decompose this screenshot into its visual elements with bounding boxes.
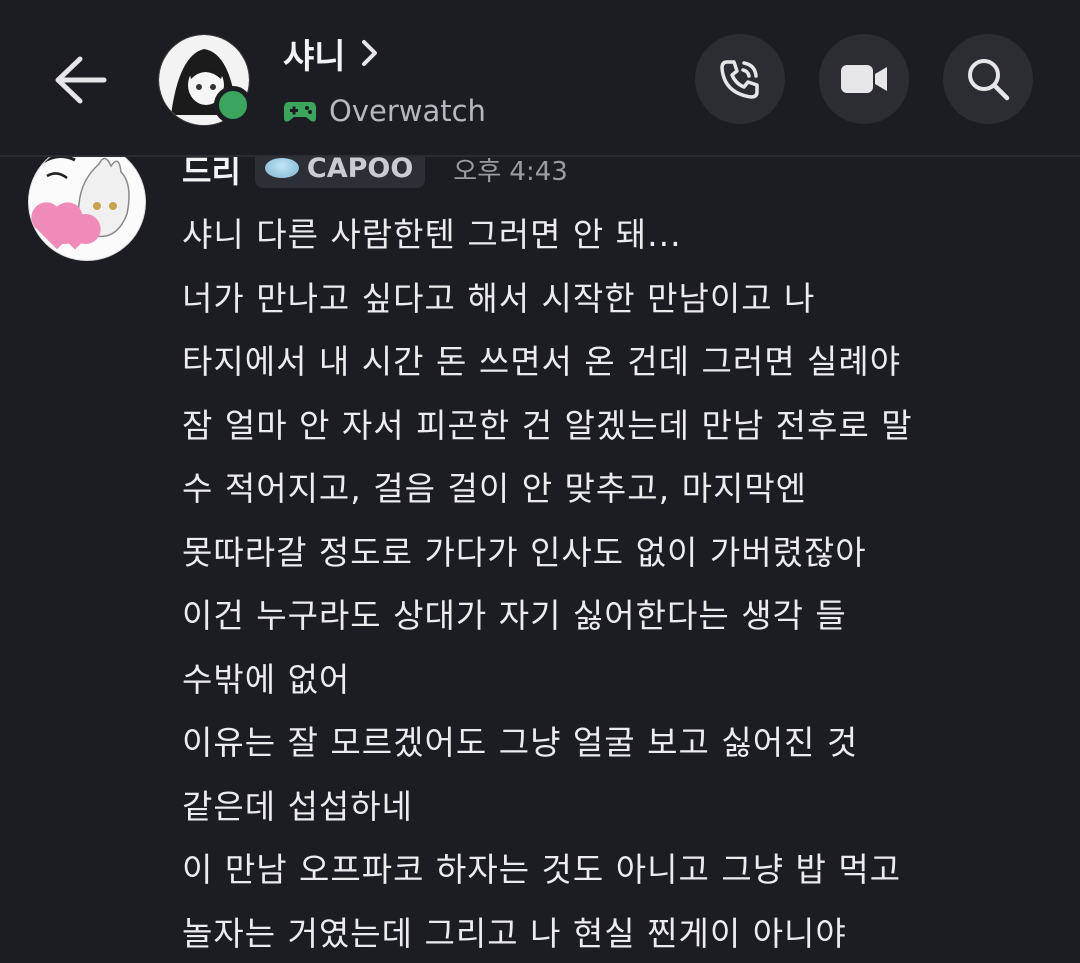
message-timestamp: 오후 4:43 [453,157,568,187]
message-line: 같은데 섭섭하네 [182,786,414,826]
search-icon [968,59,1010,101]
message-line: 타지에서 내 시간 돈 쓰면서 온 건데 그러면 실례야 [182,342,902,381]
capoo-icon [264,158,299,178]
video-call-button[interactable] [819,34,909,124]
message-line: 이 만남 오프파코 하자는 것도 아니고 그냥 밥 먹고 [182,850,902,889]
message-line: 이유는 잘 모르겠어도 그냥 얼굴 보고 싫어진 것 [182,723,859,762]
message-author-avatar[interactable] [28,157,150,265]
server-tag-label: CAPOO [306,157,414,184]
contact-avatar[interactable] [158,34,252,126]
message-line: 수밖에 없어 [182,659,351,699]
message-line: 이건 누구라도 상대가 자기 싫어한다는 생각 들 [182,596,847,635]
chevron-right-icon [361,40,377,66]
video-camera-icon [841,65,887,93]
message-line: 못따라갈 정도로 가다가 인사도 없이 가버렸잖아 [182,532,867,572]
activity-status: Overwatch [283,90,486,132]
server-tag[interactable]: CAPOO [254,157,426,188]
message-line: 잠 얼마 안 자서 피곤한 건 알겠는데 만남 전후로 말 [182,405,913,445]
gamepad-icon [284,102,316,122]
arrow-left-icon [55,56,107,104]
message-line: 수 적어지고, 걸음 걸이 안 맞추고, 마지막엔 [182,469,808,508]
message-body[interactable]: 샤니 다른 사람한텐 그러면 안 돼... 너가 만나고 싶다고 해서 시작한 … [182,203,1062,963]
activity-label: Overwatch [329,94,486,128]
message-header: 드리 CAPOO 오후 4:43 [182,157,568,192]
message-line: 놀자는 거였는데 그리고 나 현실 찐게이 아니야 [182,913,847,953]
message-line: 샤니 다른 사람한텐 그러면 안 돼... [182,215,682,254]
contact-name-row[interactable]: 샤니 [283,30,380,77]
phone-icon [720,60,759,99]
search-button[interactable] [943,34,1033,124]
message-list: 드리 CAPOO 오후 4:43 샤니 다른 사람한텐 그러면 안 돼... 너… [0,157,1080,963]
chat-header: 샤니 Overwatch [0,0,1080,157]
message-line: 너가 만나고 싶다고 해서 시작한 만남이고 나 [182,278,816,318]
contact-name: 샤니 [283,36,346,77]
message-author-name[interactable]: 드리 [182,157,241,192]
back-button[interactable] [48,50,112,110]
voice-call-button[interactable] [695,34,785,124]
online-status-dot [214,86,252,124]
